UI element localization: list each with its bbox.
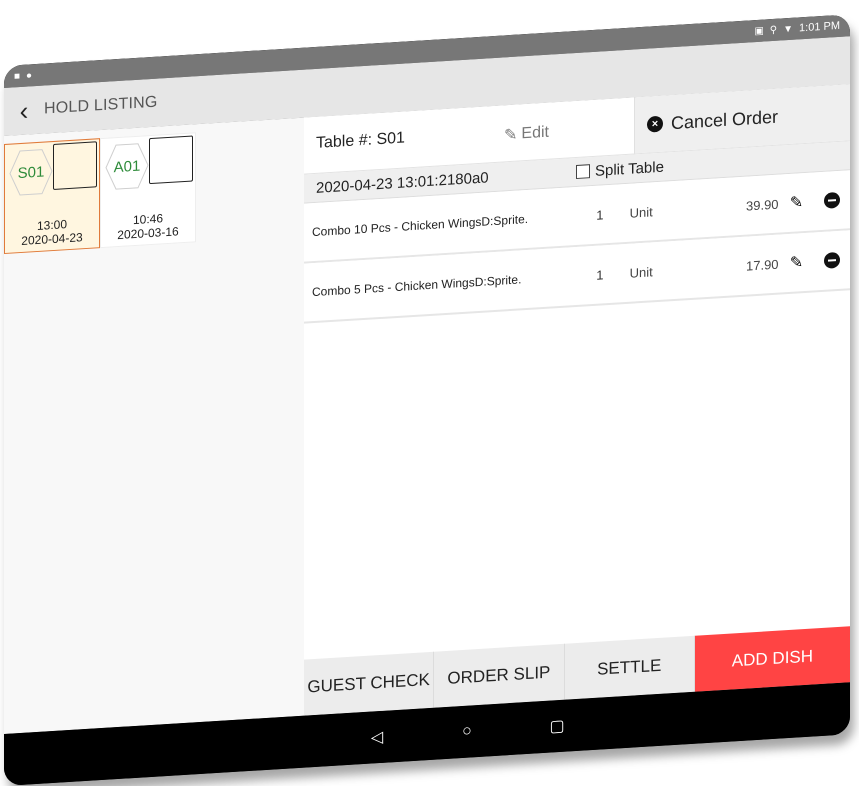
screen: ■ ● ▣ ⚲ ▼ 1:01 PM ‹ HOLD LISTING S01 13:… <box>0 0 859 786</box>
cancel-order-label: Cancel Order <box>671 106 779 133</box>
cast-icon: ▣ <box>754 25 764 37</box>
split-table-label: Split Table <box>595 158 664 180</box>
hold-time: 13:00 2020-04-23 <box>5 215 99 249</box>
edit-item-button[interactable]: ✎ <box>779 191 815 213</box>
nav-back-icon[interactable]: ◁ <box>367 727 387 748</box>
table-code: A01 <box>113 157 141 176</box>
close-circle-icon: × <box>647 115 663 133</box>
back-button[interactable]: ‹ <box>4 86 44 136</box>
hold-box <box>53 141 97 191</box>
item-name: Combo 5 Pcs - Chicken WingsD:Sprite. <box>312 272 522 300</box>
hold-box <box>149 135 193 185</box>
hold-card-s01[interactable]: S01 13:00 2020-04-23 <box>4 138 100 254</box>
pencil-icon: ✎ <box>504 126 518 145</box>
item-price: 17.90 <box>746 256 779 274</box>
minus-circle-icon <box>824 251 841 269</box>
status-left: ■ ● <box>14 70 32 82</box>
split-table-checkbox[interactable] <box>576 164 590 180</box>
hold-card-a01[interactable]: A01 10:46 2020-03-16 <box>100 132 196 249</box>
table-hexagon: S01 <box>9 148 53 197</box>
hold-time: 10:46 2020-03-16 <box>101 209 195 243</box>
add-dish-button[interactable]: ADD DISH <box>694 626 850 692</box>
item-unit: Unit <box>629 203 653 221</box>
item-qty: 1 <box>596 206 604 223</box>
notification-icon: ● <box>26 69 33 82</box>
item-name: Combo 10 Pcs - Chicken WingsD:Sprite. <box>312 211 529 240</box>
remove-item-button[interactable] <box>814 251 850 269</box>
minus-circle-icon <box>824 191 841 209</box>
guest-check-button[interactable]: GUEST CHECK <box>304 651 435 716</box>
item-unit: Unit <box>629 263 653 281</box>
chevron-left-icon: ‹ <box>19 95 29 126</box>
table-code: S01 <box>17 163 45 182</box>
settle-button[interactable]: SETTLE <box>564 635 695 700</box>
edit-label: Edit <box>521 123 549 143</box>
status-right: ▣ ⚲ ▼ 1:01 PM <box>754 20 840 37</box>
table-hexagon: A01 <box>105 142 149 191</box>
location-icon: ⚲ <box>769 24 778 36</box>
edit-item-button[interactable]: ✎ <box>779 251 815 273</box>
pencil-icon: ✎ <box>789 254 804 272</box>
tablet-device: ■ ● ▣ ⚲ ▼ 1:01 PM ‹ HOLD LISTING S01 13:… <box>4 14 850 786</box>
hold-list-pane: S01 13:00 2020-04-23 A01 10:46 2020-03-1… <box>4 117 305 735</box>
pencil-icon: ✎ <box>789 194 804 212</box>
wifi-icon: ▼ <box>783 23 794 35</box>
edit-button[interactable]: ✎ Edit <box>504 97 634 161</box>
order-slip-button[interactable]: ORDER SLIP <box>434 643 565 708</box>
video-icon: ■ <box>14 70 21 82</box>
order-pane: Table #: S01 ✎ Edit × Cancel Order 2020-… <box>304 84 850 716</box>
item-qty: 1 <box>596 266 604 283</box>
nav-recents-icon[interactable]: ▢ <box>547 716 567 737</box>
status-time: 1:01 PM <box>799 19 840 35</box>
nav-home-icon[interactable]: ○ <box>457 722 477 741</box>
item-price: 39.90 <box>746 196 779 214</box>
main-content: S01 13:00 2020-04-23 A01 10:46 2020-03-1… <box>4 84 850 735</box>
page-title: HOLD LISTING <box>44 93 158 118</box>
split-table-toggle[interactable]: Split Table <box>576 158 664 180</box>
remove-item-button[interactable] <box>814 191 850 209</box>
hold-list: S01 13:00 2020-04-23 A01 10:46 2020-03-1… <box>4 118 304 254</box>
